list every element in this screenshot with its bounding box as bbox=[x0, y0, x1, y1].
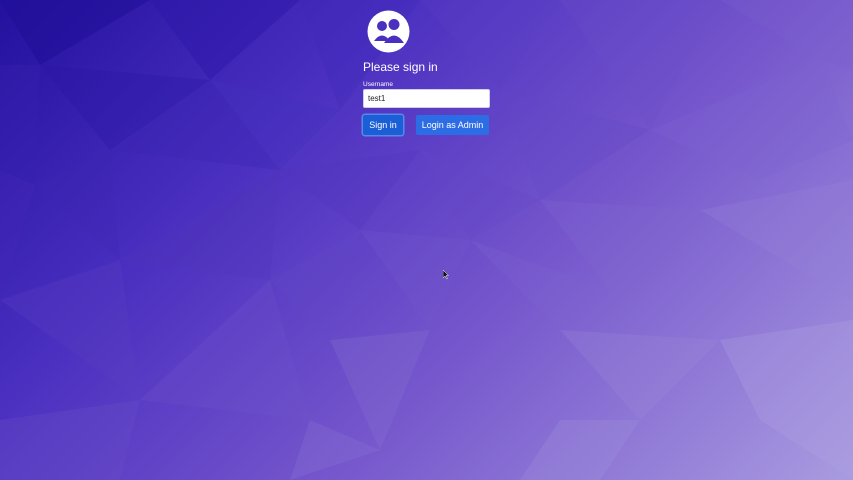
login-as-admin-button[interactable]: Login as Admin bbox=[416, 115, 489, 135]
sign-in-button[interactable]: Sign in bbox=[363, 115, 403, 135]
username-input[interactable] bbox=[363, 89, 490, 108]
login-form: Please sign in Username Sign in Login as… bbox=[363, 10, 493, 135]
username-label: Username bbox=[363, 81, 393, 88]
form-buttons: Sign in Login as Admin bbox=[363, 115, 493, 135]
page-title: Please sign in bbox=[363, 60, 438, 74]
mouse-pointer-icon bbox=[442, 267, 451, 280]
users-circle-icon bbox=[367, 10, 410, 53]
